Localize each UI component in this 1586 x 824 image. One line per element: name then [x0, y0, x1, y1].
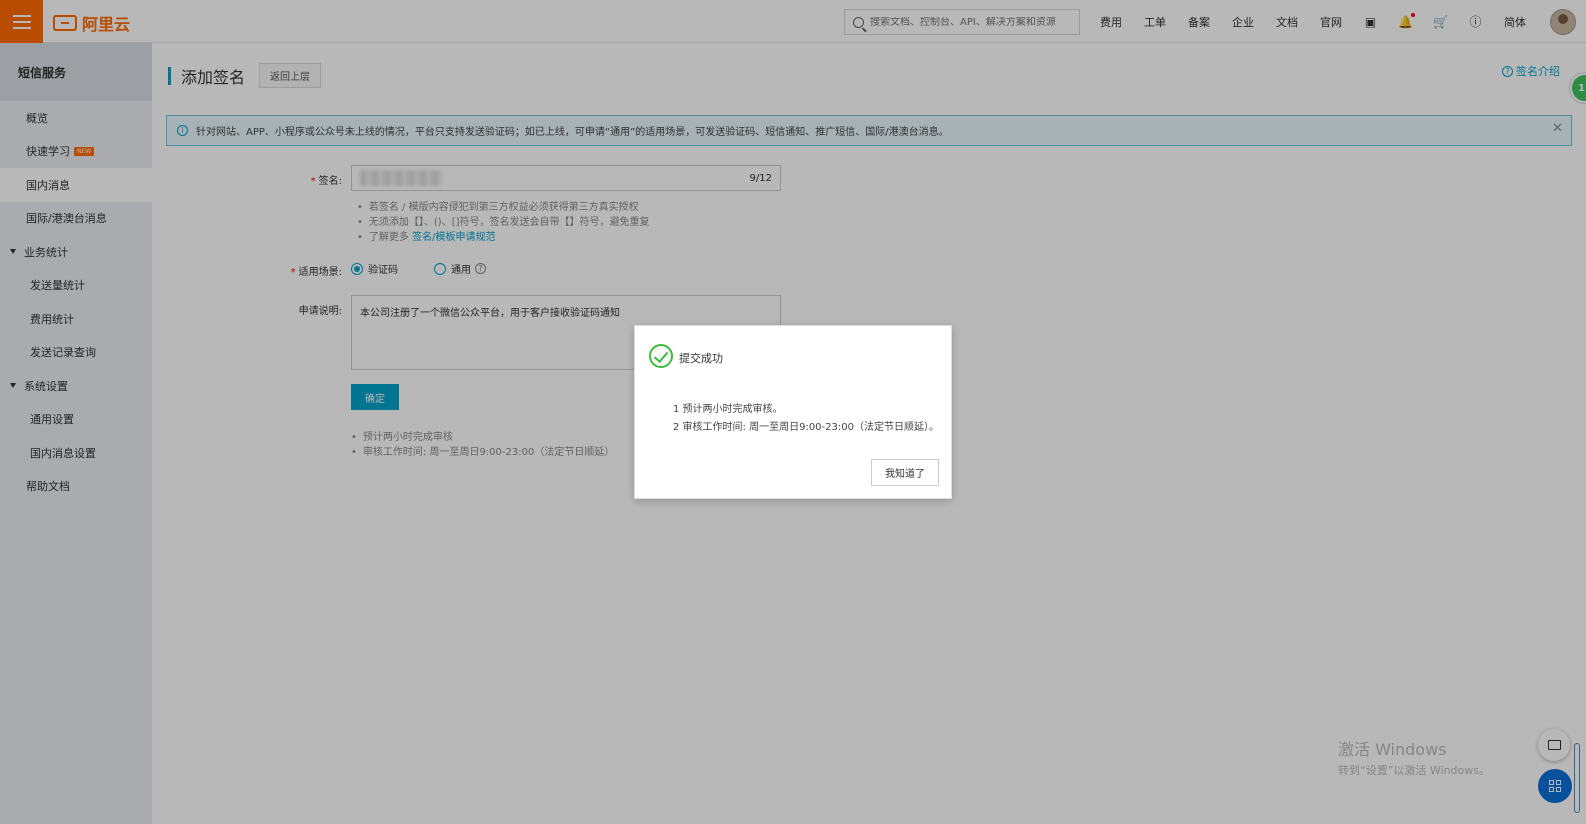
- dialog-line: 1 预计两小时完成审核。: [673, 404, 783, 415]
- success-dialog: 提交成功 1 预计两小时完成审核。 2 审核工作时间: 周一至周日9:00-23…: [634, 325, 952, 499]
- check-circle-icon: [649, 344, 673, 368]
- dialog-title: 提交成功: [679, 352, 723, 365]
- got-it-button[interactable]: 我知道了: [871, 459, 939, 486]
- dialog-content: 1 预计两小时完成审核。 2 审核工作时间: 周一至周日9:00-23:00（法…: [673, 401, 939, 437]
- dialog-line: 2 审核工作时间: 周一至周日9:00-23:00（法定节日顺延）。: [673, 422, 939, 433]
